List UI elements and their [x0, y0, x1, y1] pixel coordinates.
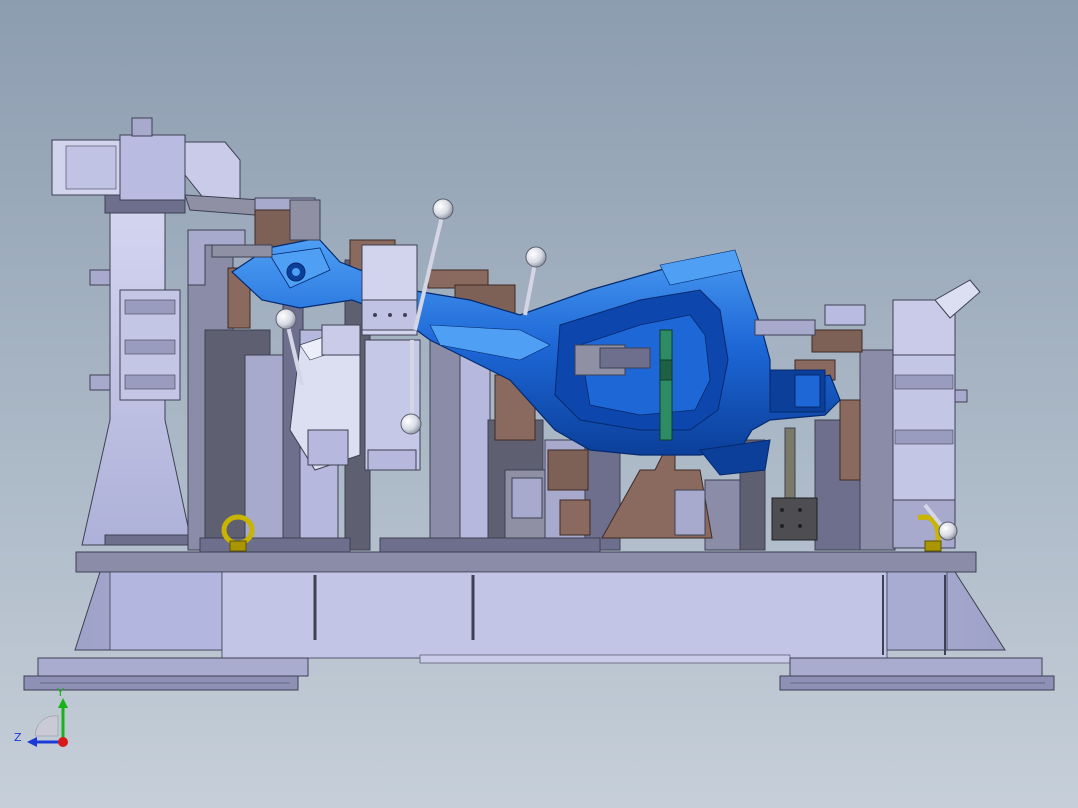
orientation-triad: Y Z	[10, 684, 80, 754]
handle-ball-icon	[525, 246, 547, 268]
handle-ball-icon	[432, 198, 454, 220]
handle-ball-icon	[400, 413, 422, 435]
base-plate	[74, 551, 1006, 664]
welding-fixture-assembly[interactable]	[0, 0, 1078, 808]
z-axis-label: Z	[14, 731, 22, 744]
right-foot	[779, 657, 1055, 691]
handle-ball-icon	[938, 521, 958, 541]
handle-ball-icon	[275, 308, 297, 330]
y-axis-label: Y	[57, 686, 64, 699]
cad-viewport[interactable]: Y Z	[0, 0, 1078, 808]
left-clamp-tower	[81, 194, 196, 546]
